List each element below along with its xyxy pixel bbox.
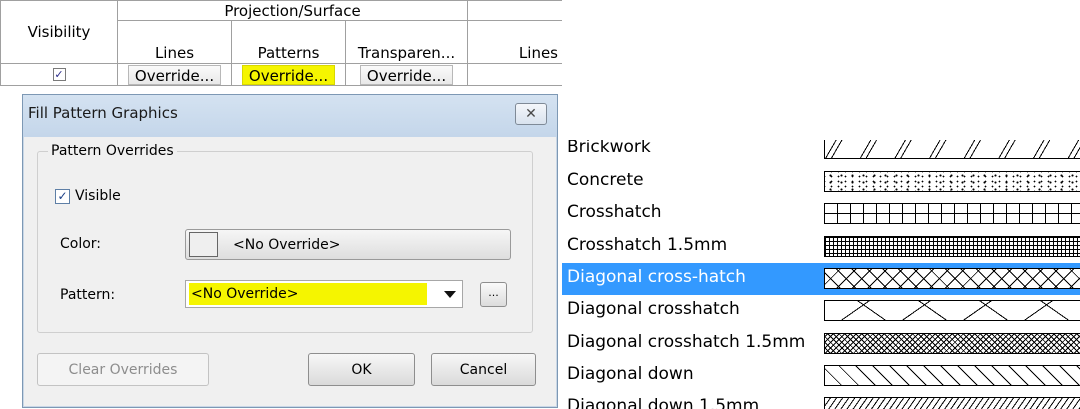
color-label: Color: xyxy=(60,236,102,252)
pattern-name: Diagonal crosshatch xyxy=(567,299,740,319)
fill-pattern-graphics-dialog: Fill Pattern Graphics ✕ Pattern Override… xyxy=(22,94,558,408)
browse-patterns-button[interactable]: ... xyxy=(480,282,507,307)
diagonal-crosshatch-fine-pattern-icon xyxy=(824,333,1080,354)
pattern-name: Diagonal down 1.5mm xyxy=(567,396,760,409)
transparency-column-header: Transparen... xyxy=(346,21,468,64)
list-item-crosshatch[interactable]: Crosshatch xyxy=(562,198,1080,230)
pattern-overrides-label: Pattern Overrides xyxy=(48,143,177,159)
visibility-graphics-grid: Visibility Projection/Surface Lines Patt… xyxy=(0,0,562,93)
pattern-name: Concrete xyxy=(567,170,644,190)
transparency-override-cell: Override... xyxy=(346,64,468,86)
list-item-brickwork[interactable]: Brickwork xyxy=(562,140,1080,165)
dialog-titlebar[interactable]: Fill Pattern Graphics ✕ xyxy=(23,95,557,137)
brick-pattern-icon xyxy=(824,140,1080,159)
visible-label: Visible xyxy=(75,188,121,204)
color-swatch xyxy=(189,232,218,257)
crosshatch-pattern-icon xyxy=(824,203,1080,224)
diagonal-down-pattern-icon xyxy=(824,365,1080,386)
cut-group-header xyxy=(468,0,562,21)
diagonal-down-fine-pattern-icon xyxy=(824,397,1080,409)
crosshatch-fine-pattern-icon xyxy=(824,236,1080,257)
color-value: <No Override> xyxy=(233,236,341,253)
patterns-column-header: Patterns xyxy=(232,21,346,64)
close-button[interactable]: ✕ xyxy=(515,103,547,125)
pattern-name: Diagonal cross-hatch xyxy=(567,267,746,287)
fill-pattern-list: Brickwork Concrete Crosshatch Crosshatch… xyxy=(562,140,1080,409)
pattern-name: Diagonal down xyxy=(567,364,694,384)
cancel-button[interactable]: Cancel xyxy=(431,353,536,386)
close-icon: ✕ xyxy=(525,106,537,122)
diagonal-crosshatch-wide-pattern-icon xyxy=(824,300,1080,321)
lines-override-button[interactable]: Override... xyxy=(127,64,222,85)
pattern-name: Crosshatch xyxy=(567,202,662,222)
dialog-title: Fill Pattern Graphics xyxy=(28,104,178,122)
projection-surface-header: Projection/Surface xyxy=(118,0,468,21)
transparency-override-button[interactable]: Override... xyxy=(359,64,454,85)
patterns-override-cell: Override... xyxy=(232,64,346,86)
ok-button[interactable]: OK xyxy=(308,353,415,386)
pattern-name: Brickwork xyxy=(567,140,651,157)
diagonal-crosshatch-pattern-icon xyxy=(824,268,1080,289)
pattern-name: Crosshatch 1.5mm xyxy=(567,235,728,255)
list-item-diagonal-down[interactable]: Diagonal down xyxy=(562,360,1080,392)
pattern-dropdown[interactable]: <No Override> xyxy=(185,280,463,308)
cut-lines-cell[interactable] xyxy=(468,64,562,86)
list-item-diagonal-crosshatch[interactable]: Diagonal crosshatch xyxy=(562,295,1080,327)
visibility-cell: ✓ xyxy=(0,64,118,86)
pattern-value: <No Override> xyxy=(189,283,427,305)
visibility-checkbox[interactable]: ✓ xyxy=(52,68,66,81)
lines-override-cell: Override... xyxy=(118,64,232,86)
list-item-concrete[interactable]: Concrete xyxy=(562,166,1080,198)
patterns-override-button[interactable]: Override... xyxy=(241,64,336,85)
pattern-name: Diagonal crosshatch 1.5mm xyxy=(567,332,806,352)
concrete-pattern-icon xyxy=(824,171,1080,192)
visible-checkbox[interactable]: ✓ xyxy=(55,188,70,204)
list-item-diagonal-crosshatch-1-5mm[interactable]: Diagonal crosshatch 1.5mm xyxy=(562,328,1080,360)
cut-lines-column-header: Lines xyxy=(468,21,562,64)
pattern-label: Pattern: xyxy=(60,287,116,303)
visible-row: ✓ Visible xyxy=(55,188,121,204)
list-item-diagonal-cross-hatch[interactable]: Diagonal cross-hatch xyxy=(562,263,1080,295)
lines-column-header: Lines xyxy=(118,21,232,64)
list-item-crosshatch-1-5mm[interactable]: Crosshatch 1.5mm xyxy=(562,231,1080,263)
list-item-diagonal-down-1-5mm[interactable]: Diagonal down 1.5mm xyxy=(562,392,1080,409)
color-picker-button[interactable]: <No Override> xyxy=(185,229,511,260)
clear-overrides-button[interactable]: Clear Overrides xyxy=(37,353,209,386)
chevron-down-icon xyxy=(444,291,456,298)
visibility-column-header: Visibility xyxy=(0,0,118,64)
